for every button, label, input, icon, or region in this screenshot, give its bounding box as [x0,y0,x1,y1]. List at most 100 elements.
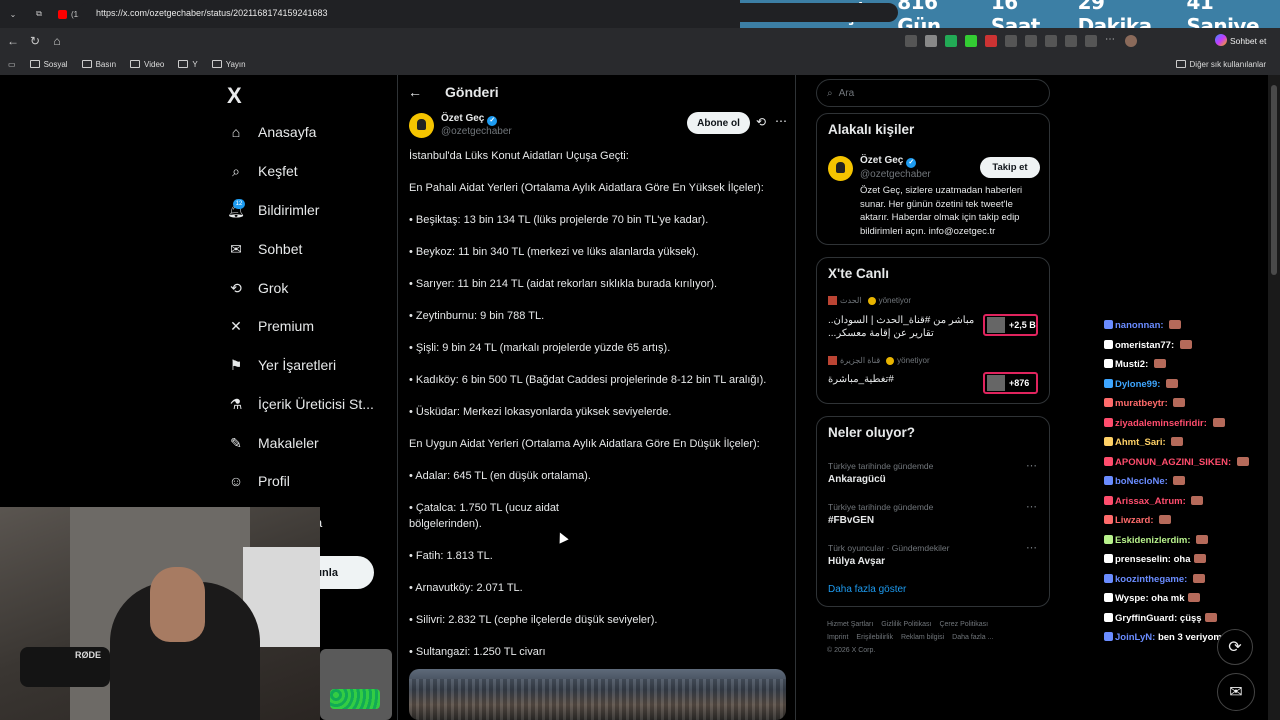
grok-floating-button[interactable]: ⟳ [1217,629,1253,665]
chat-message: nanonnan: [1104,320,1182,331]
sidebar-item-article[interactable]: ✎ Makaleler [228,435,319,452]
chat-username: ziyadaleminsefiridir: [1115,417,1207,429]
trend-meta: Türk oyuncular · Gündemdekiler [828,543,950,553]
live-stream-title[interactable]: #تغطية_مباشرة [828,373,978,386]
extension-icon[interactable] [925,34,937,47]
puzzle-icon[interactable] [1005,34,1017,47]
chat-username: omeristan77: [1115,339,1175,351]
trend-name[interactable]: Hülya Avşar [828,556,885,567]
extension-icon[interactable] [965,34,977,47]
profile-avatar[interactable] [1125,34,1137,47]
back-arrow-icon[interactable]: ← [408,84,422,100]
collections-icon[interactable] [1085,34,1097,47]
chat-button-label: Sohbet et [1230,35,1267,46]
search-placeholder: Ara [838,87,855,99]
messages-floating-button[interactable]: ✉ [1217,673,1255,711]
sidebar-item-label: Keşfet [258,163,298,179]
related-handle[interactable]: @ozetgechaber [860,169,931,180]
extension-icon[interactable] [905,34,917,47]
trend-more-icon[interactable]: ⋯ [1026,459,1037,472]
trend-name[interactable]: Ankaragücü [828,474,886,485]
x-icon: ✕ [230,317,242,334]
copilot-chat-button[interactable]: Sohbet et [1212,31,1272,50]
live-role: yönetiyor [897,356,930,365]
favorites-icon[interactable] [1045,34,1057,47]
chat-username: Eskidenizlerdim: [1115,534,1191,546]
url-input[interactable]: https://x.com/ozetgechaber/status/202116… [78,3,898,22]
extension-icon[interactable] [945,34,957,47]
live-source[interactable]: قناة الجزيرة yönetiyor [828,356,930,365]
live-source[interactable]: الحدث yönetiyor [828,296,911,305]
live-thumbnail [987,375,1005,391]
sidebar-item-mail[interactable]: ✉ Sohbet [228,241,302,258]
chat-message: Musti2: [1104,359,1166,370]
trend-more-icon[interactable]: ⋯ [1026,500,1037,513]
scrollbar-thumb[interactable] [1271,85,1277,275]
emote-icon [1204,612,1217,622]
live-viewer-badge[interactable]: +2,5 B [983,314,1038,336]
chat-badge-icon [1104,515,1113,524]
footer-link[interactable]: Daha fazla ... [952,634,993,641]
chat-badge-icon [1104,417,1113,427]
post-header: ← Gönderi [398,75,797,111]
login-button-partial[interactable]: ınla [318,556,374,589]
heart-icon[interactable] [1065,34,1077,47]
sidebar-item-x[interactable]: ✕ Premium [228,317,314,335]
post-image[interactable] [409,669,786,720]
author-handle[interactable]: @ozetgechaber [441,126,512,137]
search-input[interactable]: ⌕ Ara [816,79,1050,107]
footer-link[interactable]: Erişilebilirlik [856,634,893,641]
show-more-link[interactable]: Daha fazla göster [828,584,906,595]
bookmark-folder[interactable]: Basın [81,60,116,69]
chat-username: koozinthegame: [1115,573,1188,585]
extension-icon[interactable] [985,34,997,47]
live-source-name: قناة الجزيرة [840,356,881,365]
footer-link[interactable]: Imprint [827,634,848,641]
sidebar-item-bookmark[interactable]: ⚑ Yer İşaretleri [228,357,336,374]
sidebar-item-grok[interactable]: ⟲ Grok [228,280,288,297]
sidebar-item-flask[interactable]: ⚗ İçerik Üreticisi St... [228,396,374,413]
split-screen-icon[interactable] [1025,34,1037,47]
footer-link[interactable]: Reklam bilgisi [901,634,944,641]
x-logo[interactable]: X [227,83,242,109]
bookmark-folder[interactable]: Yayın [211,60,246,69]
tab-list-button[interactable]: ⌄ [0,0,26,28]
chat-username: GryffinGuard: [1115,612,1178,624]
author-name[interactable]: Özet Geç ✓ [441,113,498,126]
home-icon[interactable]: ⌂ [46,34,68,48]
other-bookmarks[interactable]: Diğer sık kullanılanlar [1175,53,1266,75]
post-line: • Sultangazi: 1.250 TL civarı [409,646,546,658]
home-icon: ⌂ [231,124,241,140]
sidebar-item-search[interactable]: ⌕ Keşfet [228,163,298,180]
author-avatar[interactable] [409,113,434,138]
workspaces-button[interactable]: ⧉ [26,0,52,28]
back-icon[interactable]: ← [2,34,24,48]
bookmark-folder[interactable]: Sosyal [29,60,68,69]
footer-link[interactable]: Çerez Politikası [939,621,988,628]
trend-more-icon[interactable]: ⋯ [1026,541,1037,554]
live-stream-title[interactable]: مباشر من #قناة_الحدث | السودان.. تقارير … [828,314,978,340]
reload-icon[interactable]: ↻ [24,34,46,48]
footer-link[interactable]: Hizmet Şartları [827,621,873,628]
verified-badge-icon [886,356,895,365]
follow-button[interactable]: Takip et [980,157,1040,178]
chat-username: prenseselin: [1115,554,1171,565]
live-viewer-badge[interactable]: +876 [983,372,1038,394]
footer-link[interactable]: Gizlilik Politikası [881,621,931,628]
related-avatar[interactable] [828,156,853,181]
subscribe-button[interactable]: Abone ol [687,112,750,134]
bookmark-folder[interactable]: Video [130,60,164,69]
notification-count-badge: 12 [233,199,245,209]
more-options-icon[interactable]: ⋯ [775,114,787,128]
sidebar-item-home[interactable]: ⌂ Anasayfa [228,124,317,140]
more-icon[interactable]: ⋯ [1105,34,1117,47]
folder-icon [81,60,92,68]
sidebar-item-person[interactable]: ☺ Profil [228,473,290,489]
trend-name[interactable]: #FBvGEN [828,515,874,526]
emote-icon [1191,495,1204,505]
bookmark-folder[interactable]: Y [178,60,198,69]
grok-icon[interactable]: ⟲ [756,115,766,129]
related-name[interactable]: Özet Geç ✓ [860,155,917,168]
chat-badge-icon [1104,632,1113,641]
bookmark-menu-icon[interactable]: ▭ [8,60,16,69]
